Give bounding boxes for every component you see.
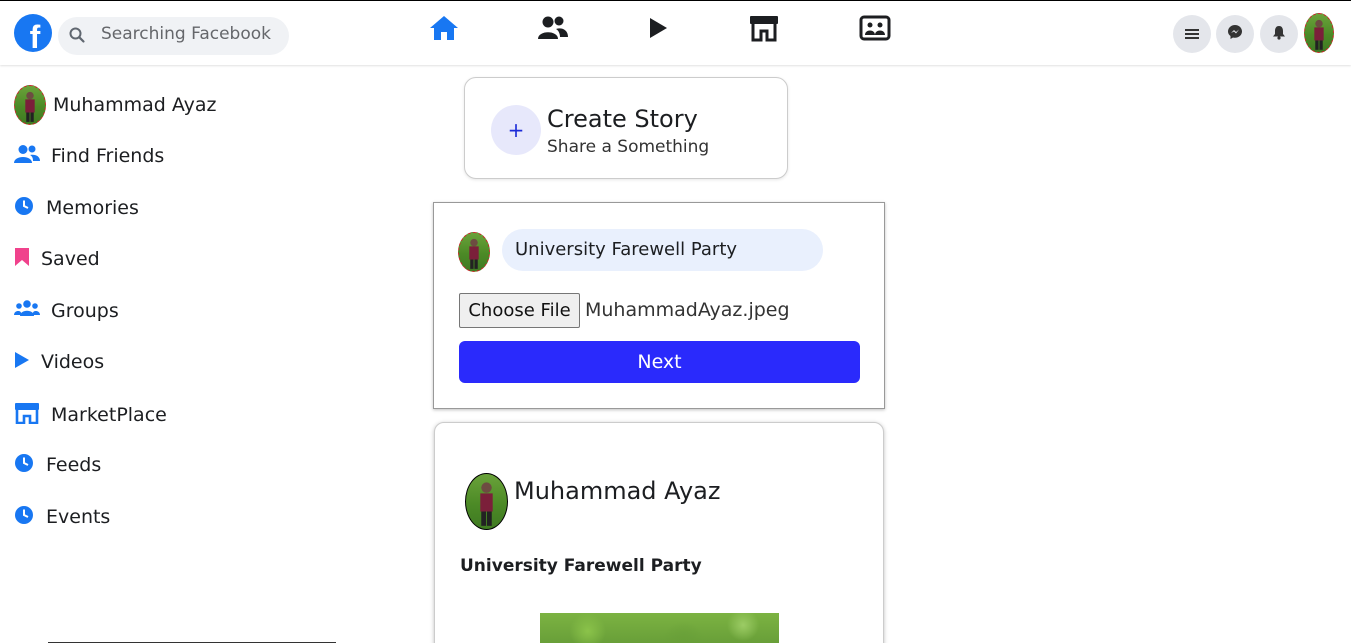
sidebar-item-find-friends[interactable]: Find Friends — [14, 144, 164, 168]
post-card: Muhammad Ayaz University Farewell Party — [434, 422, 884, 643]
sidebar-item-label: Muhammad Ayaz — [53, 94, 217, 116]
clock-icon — [14, 505, 34, 529]
store-icon — [14, 402, 40, 428]
plus-icon[interactable]: + — [491, 105, 541, 155]
messenger-button[interactable] — [1216, 15, 1254, 53]
create-story-card[interactable]: + Create Story Share a Something — [464, 77, 788, 179]
sidebar-item-label: Memories — [46, 197, 139, 219]
top-navigation-bar: f — [0, 1, 1351, 65]
sidebar-item-label: Videos — [41, 351, 105, 373]
sidebar-item-label: Feeds — [46, 454, 102, 476]
search-icon — [68, 26, 86, 48]
sidebar-item-label: Find Friends — [51, 145, 165, 167]
sidebar-item-videos[interactable]: Videos — [14, 350, 104, 374]
sidebar-item-label: Events — [46, 506, 111, 528]
play-icon — [14, 350, 30, 374]
profile-avatar[interactable] — [1304, 13, 1334, 53]
sidebar-item-label: Saved — [41, 248, 100, 270]
clock-icon — [14, 196, 34, 220]
create-story-title: Create Story — [547, 105, 698, 133]
sidebar-item-label: MarketPlace — [51, 404, 167, 426]
gaming-icon[interactable] — [855, 13, 895, 43]
bookmark-icon — [14, 247, 30, 271]
sidebar-item-events[interactable]: Events — [14, 505, 110, 529]
home-icon[interactable] — [424, 13, 464, 43]
bell-icon — [1272, 25, 1286, 44]
sidebar-item-feeds[interactable]: Feeds — [14, 453, 101, 477]
status-input[interactable]: University Farewell Party — [502, 229, 823, 271]
choose-file-button[interactable]: Choose File — [459, 293, 580, 328]
sidebar-item-profile[interactable]: Muhammad Ayaz — [14, 85, 216, 125]
sidebar-item-marketplace[interactable]: MarketPlace — [14, 402, 167, 428]
marketplace-icon[interactable] — [744, 13, 784, 43]
selected-file-name: MuhammadAyaz.jpeg — [585, 299, 790, 321]
sidebar-item-memories[interactable]: Memories — [14, 196, 139, 220]
sidebar-item-saved[interactable]: Saved — [14, 247, 100, 271]
logo-letter: f — [29, 18, 41, 55]
post-image[interactable] — [540, 613, 779, 643]
groups-icon — [14, 299, 40, 323]
avatar — [458, 232, 490, 272]
post-composer: University Farewell Party Choose File Mu… — [433, 202, 885, 409]
clock-icon — [14, 453, 34, 477]
menu-button[interactable] — [1173, 15, 1211, 53]
friends-icon — [14, 144, 40, 168]
sidebar-item-groups[interactable]: Groups — [14, 299, 119, 323]
facebook-logo[interactable]: f — [14, 14, 52, 55]
video-play-icon[interactable] — [638, 13, 678, 43]
next-button[interactable]: Next — [459, 341, 860, 383]
create-story-subtitle: Share a Something — [547, 137, 710, 157]
post-text: University Farewell Party — [460, 556, 702, 576]
menu-icon — [1185, 25, 1199, 44]
post-author-avatar[interactable] — [465, 473, 508, 530]
sidebar-item-label: Groups — [51, 300, 119, 322]
avatar — [14, 85, 46, 125]
messenger-icon — [1227, 24, 1243, 44]
search-input[interactable] — [101, 24, 281, 44]
post-author-name[interactable]: Muhammad Ayaz — [514, 477, 720, 505]
notifications-button[interactable] — [1260, 15, 1298, 53]
search-box[interactable] — [58, 17, 289, 55]
friends-icon[interactable] — [533, 13, 573, 43]
